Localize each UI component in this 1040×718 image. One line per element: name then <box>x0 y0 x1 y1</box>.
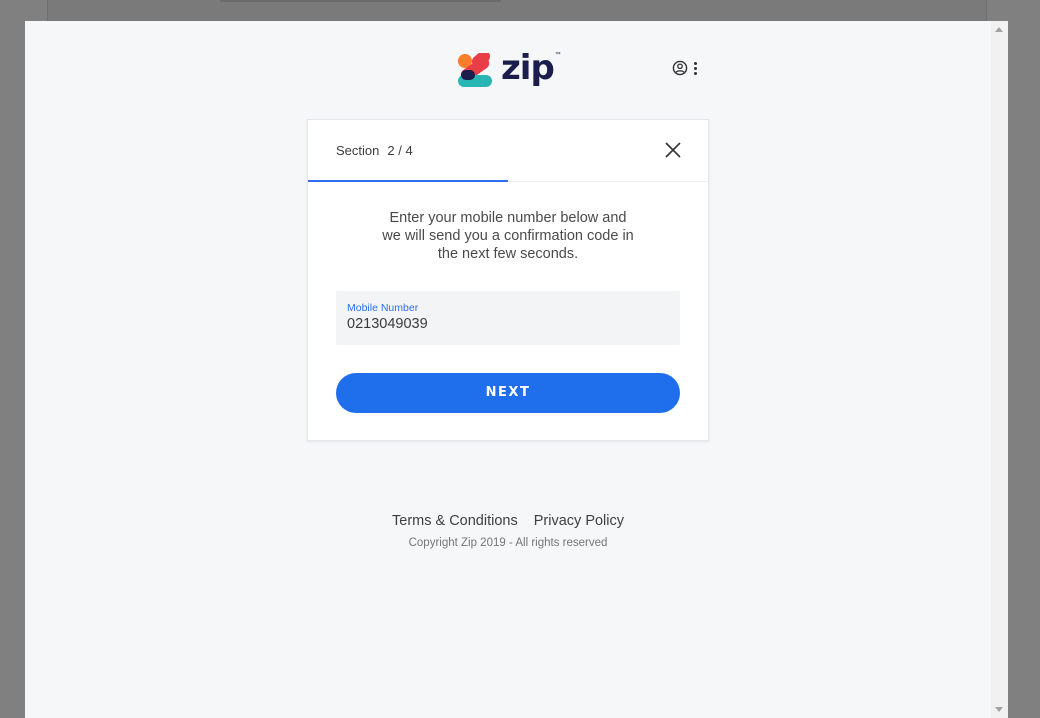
background-header-strip <box>220 0 501 2</box>
mobile-verification-card: Section 2 / 4 Enter your mobile number be… <box>307 119 709 441</box>
kebab-menu-icon[interactable] <box>694 61 697 75</box>
zip-wordmark: zip <box>501 48 555 88</box>
copyright-text: Copyright Zip 2019 - All rights reserved <box>408 537 608 549</box>
instruction-text: Enter your mobile number below and we wi… <box>358 209 658 263</box>
next-button[interactable]: NEXT <box>336 373 680 413</box>
trademark-symbol: ™ <box>554 52 561 58</box>
zip-logo: zip ™ <box>457 48 561 89</box>
section-progress: 2 / 4 <box>387 143 413 158</box>
instruction-line-3: the next few seconds. <box>437 246 579 262</box>
zip-logo-mark-icon <box>458 53 492 87</box>
instruction-line-2: we will send you a confirmation code in <box>382 228 634 244</box>
section-progress-bar <box>308 180 508 182</box>
scroll-down-arrow-icon[interactable] <box>995 707 1003 712</box>
terms-conditions-link[interactable]: Terms & Conditions <box>392 513 518 529</box>
privacy-policy-link[interactable]: Privacy Policy <box>534 513 624 529</box>
section-indicator: Section 2 / 4 <box>336 143 413 158</box>
instruction-line-1: Enter your mobile number below and <box>389 210 627 226</box>
mobile-number-label: Mobile Number <box>347 302 419 314</box>
mobile-number-field[interactable]: Mobile Number <box>336 291 680 345</box>
zip-checkout-frame: zip ™ Section 2 / 4 Enter your mobile num… <box>25 21 1008 718</box>
user-circle-icon[interactable] <box>672 60 688 76</box>
close-icon[interactable] <box>664 141 682 159</box>
card-header: Section 2 / 4 <box>308 120 708 182</box>
user-menu[interactable] <box>672 60 697 76</box>
mobile-number-input[interactable] <box>347 316 667 332</box>
vertical-scrollbar[interactable] <box>991 21 1008 718</box>
scroll-up-arrow-icon[interactable] <box>995 27 1003 32</box>
section-word: Section <box>336 143 380 158</box>
footer-links: Terms & Conditions Privacy Policy <box>25 513 991 529</box>
